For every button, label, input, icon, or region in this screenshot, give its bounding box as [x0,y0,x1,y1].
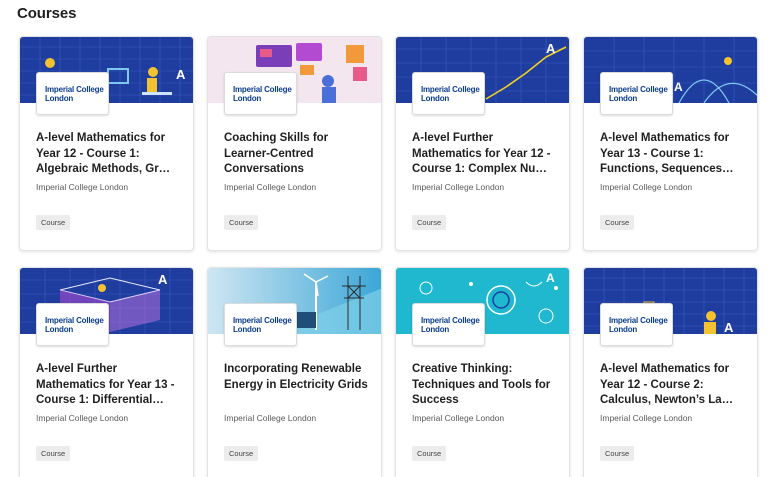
svg-text:A: A [158,272,168,287]
course-partner: Imperial College London [36,182,129,192]
course-title[interactable]: Creative Thinking: Techniques and Tools … [412,362,557,409]
course-type-badge: Course [600,446,635,461]
partner-logo: Imperial College London [224,303,297,346]
course-type-badge: Course [224,446,259,461]
course-title[interactable]: A-level Further Mathematics for Year 13 … [36,362,181,409]
course-type-badge: Course [412,215,447,230]
course-type-badge: Course [36,215,71,230]
partner-logo: Imperial College London [600,303,673,346]
course-partner: Imperial College London [224,413,317,423]
svg-text:A: A [674,80,683,94]
course-partner: Imperial College London [412,182,505,192]
section-title: Courses [17,5,77,22]
course-grid: A Imperial College London A-level Mathem… [19,36,758,477]
course-type-badge: Course [600,215,635,230]
course-partner: Imperial College London [600,182,693,192]
course-card[interactable]: A Imperial College London A-level Mathem… [583,36,758,251]
svg-text:A: A [546,271,555,285]
course-partner: Imperial College London [412,413,505,423]
partner-logo: Imperial College London [36,72,109,115]
course-type-badge: Course [412,446,447,461]
course-card[interactable]: Imperial College London Incorporating Re… [207,267,382,477]
course-card[interactable]: A Imperial College London A-level Mathem… [583,267,758,477]
course-card[interactable]: A Imperial College London A-level Mathem… [19,36,194,251]
partner-logo: Imperial College London [224,72,297,115]
course-type-badge: Course [36,446,71,461]
svg-text:A: A [176,67,186,82]
course-title[interactable]: Incorporating Renewable Energy in Electr… [224,362,369,393]
course-partner: Imperial College London [600,413,693,423]
partner-logo: Imperial College London [600,72,673,115]
course-type-badge: Course [224,215,259,230]
course-partner: Imperial College London [36,413,129,423]
course-card[interactable]: A Imperial College London Creative Think… [395,267,570,477]
course-card[interactable]: A Imperial College London A-level Furthe… [19,267,194,477]
course-title[interactable]: A-level Mathematics for Year 12 - Course… [600,362,745,409]
course-title[interactable]: A-level Mathematics for Year 12 - Course… [36,131,181,178]
svg-text:A: A [546,41,556,56]
course-partner: Imperial College London [224,182,317,192]
course-title[interactable]: Coaching Skills for Learner-Centred Conv… [224,131,369,178]
course-title[interactable]: A-level Mathematics for Year 13 - Course… [600,131,745,178]
course-title[interactable]: A-level Further Mathematics for Year 12 … [412,131,557,178]
svg-text:A: A [724,320,734,334]
partner-logo: Imperial College London [412,303,485,346]
partner-logo: Imperial College London [412,72,485,115]
partner-logo: Imperial College London [36,303,109,346]
course-card[interactable]: A Imperial College London A-level Furthe… [395,36,570,251]
course-card[interactable]: Imperial College London Coaching Skills … [207,36,382,251]
